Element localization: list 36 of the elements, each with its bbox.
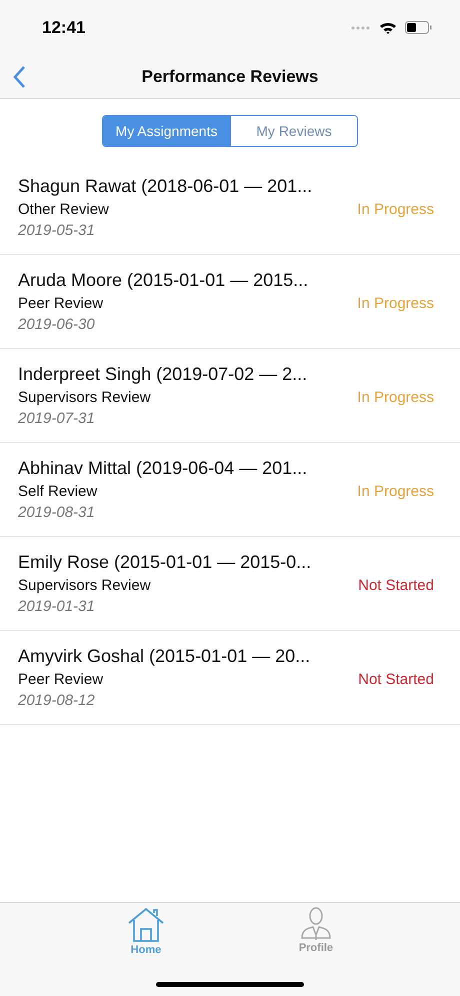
review-type: Peer Review	[18, 295, 104, 312]
tab-bar-item[interactable]: Profile	[298, 907, 334, 956]
review-title: Amyvirk Goshal (2015-01-01 — 20...	[18, 646, 310, 667]
review-date: 2019-08-12	[18, 692, 95, 709]
review-title: Aruda Moore (2015-01-01 — 2015...	[18, 270, 308, 291]
review-date: 2019-08-31	[18, 504, 95, 521]
review-type: Other Review	[18, 201, 109, 218]
review-status: In Progress	[357, 295, 434, 312]
review-type: Self Review	[18, 483, 98, 500]
review-date: 2019-06-30	[18, 316, 95, 333]
review-date: 2019-05-31	[18, 222, 95, 239]
signal-icon	[351, 26, 371, 30]
review-date: 2019-01-31	[18, 598, 95, 615]
status-time: 12:41	[42, 18, 86, 38]
segment-tab[interactable]: My Assignments	[103, 116, 230, 146]
review-type: Peer Review	[18, 671, 104, 688]
review-status: Not Started	[358, 577, 434, 594]
battery-icon	[405, 21, 432, 34]
review-status: In Progress	[357, 201, 434, 218]
review-title: Abhinav Mittal (2019-06-04 — 201...	[18, 458, 308, 479]
review-status: In Progress	[357, 483, 434, 500]
review-title: Emily Rose (2015-01-01 — 2015-0...	[18, 552, 312, 573]
home-icon	[126, 907, 165, 943]
review-type: Supervisors Review	[18, 577, 151, 594]
person-icon	[298, 907, 333, 941]
review-date: 2019-07-31	[18, 410, 95, 427]
review-status: Not Started	[358, 671, 434, 688]
back-icon[interactable]	[12, 65, 26, 89]
review-title: Shagun Rawat (2018-06-01 — 201...	[18, 176, 312, 197]
tab-bar-item[interactable]: Home	[126, 907, 165, 956]
review-title: Inderpreet Singh (2019-07-02 — 2...	[18, 364, 308, 385]
wifi-icon	[379, 21, 397, 34]
review-type: Supervisors Review	[18, 389, 151, 406]
segment-tab[interactable]: My Reviews	[230, 116, 357, 146]
review-status: In Progress	[357, 389, 434, 406]
nav-title: Performance Reviews	[142, 66, 318, 86]
